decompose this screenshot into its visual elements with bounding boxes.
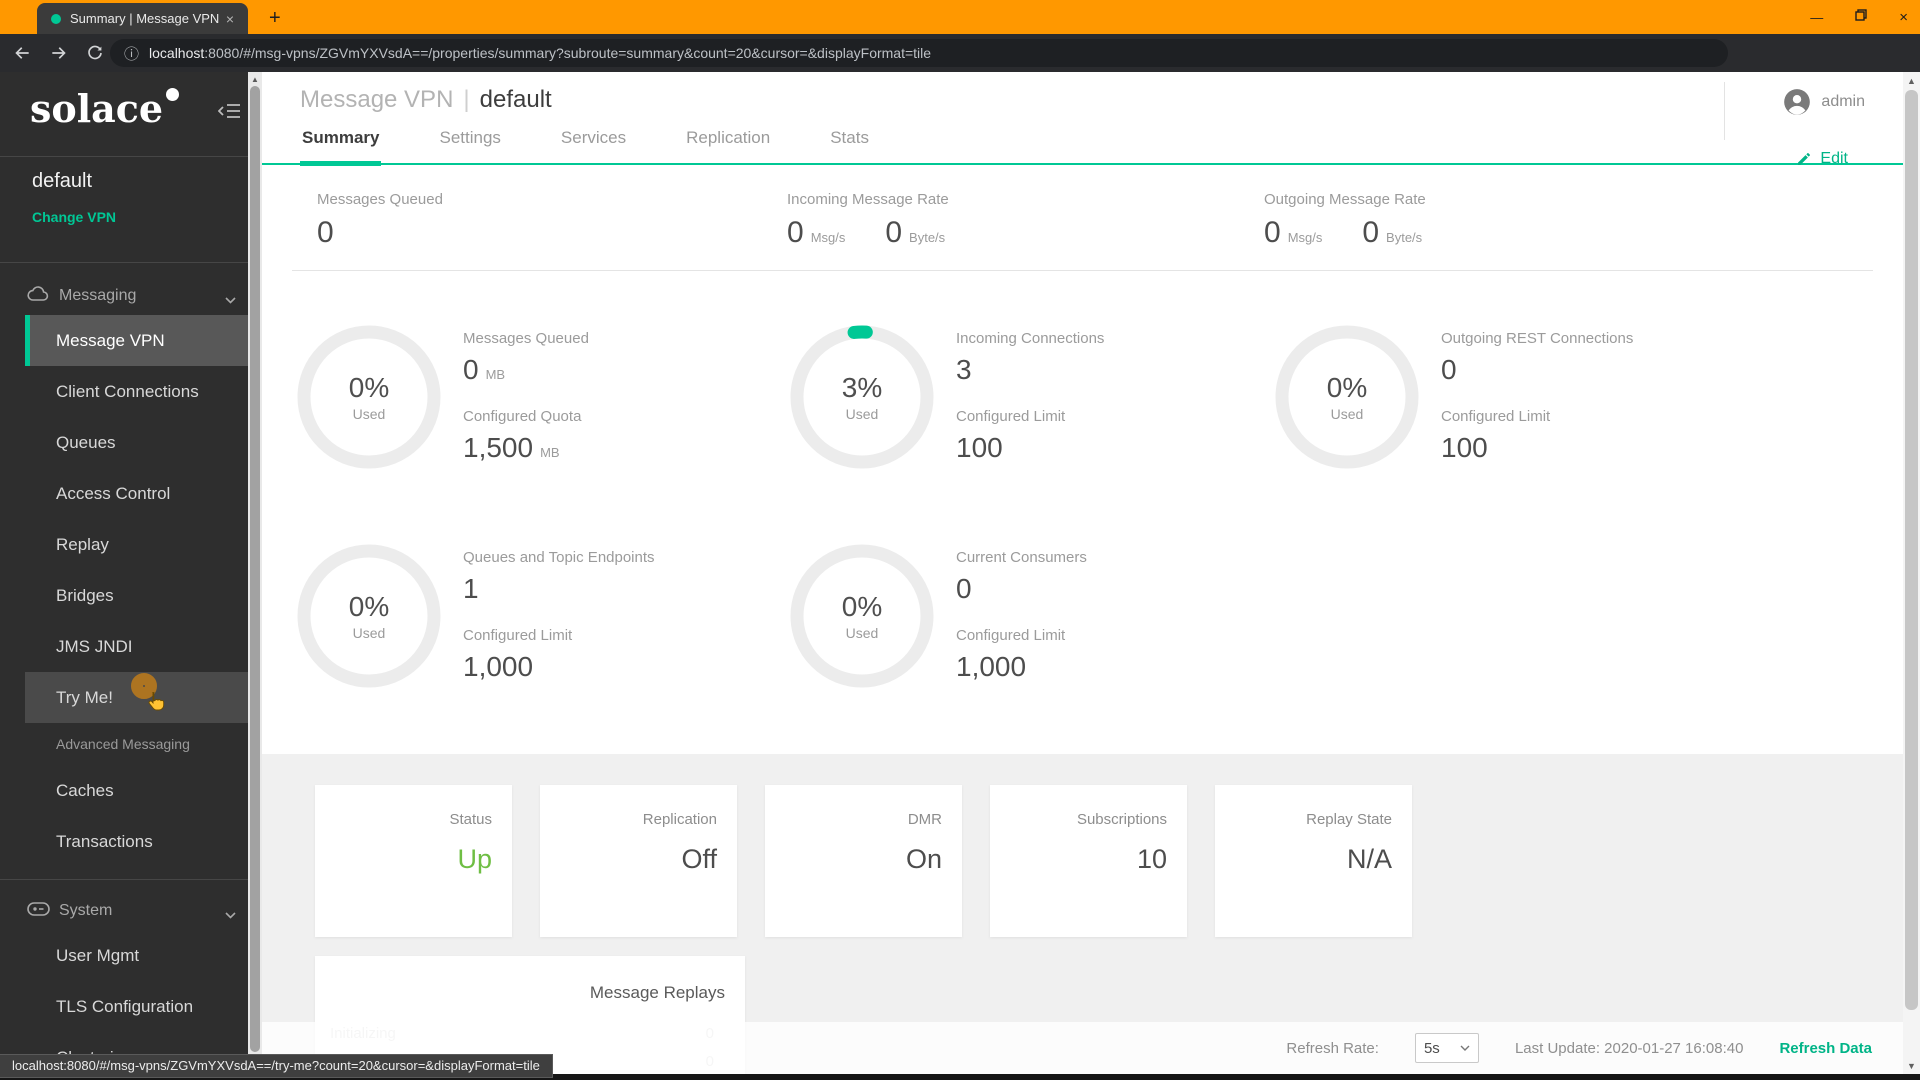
- user-avatar-icon: [1784, 89, 1811, 115]
- hand-cursor-icon: [147, 691, 165, 717]
- scroll-up-icon[interactable]: ▲: [1903, 72, 1920, 89]
- sidebar-item-transactions[interactable]: Transactions: [25, 816, 248, 867]
- usage-gauges: 0% Used Messages Queued 0 MB Configured Qu…: [262, 325, 1903, 688]
- scroll-down-icon[interactable]: ▼: [1903, 1057, 1920, 1074]
- sidebar-item-replay[interactable]: Replay: [25, 519, 248, 570]
- tab-close-icon[interactable]: ×: [222, 10, 238, 28]
- chevron-down-icon: [1460, 1045, 1470, 1051]
- sidebar: solace default Change VPN Messaging Mess…: [0, 72, 248, 1080]
- current-vpn-name: default: [32, 170, 93, 192]
- solace-logo-dot: [166, 88, 180, 101]
- subsection-advanced-messaging: Advanced Messaging: [56, 736, 190, 752]
- url-bar[interactable]: ⓘ localhost:8080/#/msg-vpns/ZGVmYXVsdA==…: [110, 39, 1728, 67]
- sidebar-divider: [0, 879, 248, 880]
- refresh-rate-select[interactable]: 5s: [1414, 1033, 1479, 1063]
- window-close-button[interactable]: ×: [1899, 9, 1908, 26]
- tab-replication[interactable]: Replication: [684, 128, 772, 163]
- browser-titlebar: Summary | Message VPN × + — ×: [0, 0, 1920, 34]
- chevron-down-icon[interactable]: [225, 906, 236, 924]
- tab-settings[interactable]: Settings: [437, 128, 502, 163]
- sidebar-item-try-me[interactable]: Try Me!: [25, 672, 248, 723]
- sidebar-item-access-control[interactable]: Access Control: [25, 468, 248, 519]
- metric-outgoing-rate: Outgoing Message Rate 0 Msg/s 0 Byte/s: [1264, 191, 1426, 249]
- new-tab-button[interactable]: +: [263, 5, 287, 32]
- top-metrics: Messages Queued 0 Incoming Message Rate …: [262, 191, 1903, 250]
- section-messaging[interactable]: Messaging: [0, 277, 248, 315]
- favicon: [51, 13, 61, 24]
- replay-state-card: Replay State N/A: [1215, 785, 1412, 937]
- sidebar-divider: [0, 156, 248, 157]
- section-label: System: [59, 902, 113, 919]
- solace-logo: solace: [30, 86, 164, 131]
- back-icon[interactable]: [12, 43, 32, 63]
- reload-icon[interactable]: [86, 44, 104, 62]
- sidebar-collapse-icon[interactable]: [217, 102, 242, 125]
- gauge-incoming-connections: 3% Used Incoming Connections 3 Configured…: [790, 325, 1275, 469]
- username: admin: [1821, 93, 1865, 110]
- chevron-down-icon[interactable]: [225, 291, 236, 309]
- window-minimize-button[interactable]: —: [1810, 10, 1823, 25]
- sidebar-divider: [0, 262, 248, 263]
- window-restore-button[interactable]: [1855, 8, 1867, 26]
- tab-bar: Summary Settings Services Replication St…: [262, 128, 1903, 166]
- metric-messages-queued: Messages Queued 0: [317, 191, 443, 249]
- sidebar-item-jms-jndi[interactable]: JMS JNDI: [25, 621, 248, 672]
- status-value: Up: [457, 844, 492, 874]
- refresh-rate-label: Refresh Rate:: [1286, 1039, 1379, 1057]
- sidebar-item-user-mgmt[interactable]: User Mgmt: [25, 930, 248, 981]
- page-scrollbar-thumb[interactable]: [1905, 90, 1918, 1010]
- app-window: solace default Change VPN Messaging Mess…: [0, 72, 1920, 1080]
- broker-icon: [27, 901, 50, 921]
- edit-button[interactable]: Edit: [1796, 150, 1848, 168]
- pencil-icon: [1798, 153, 1811, 165]
- forward-icon[interactable]: [49, 43, 69, 63]
- sidebar-item-queues[interactable]: Queues: [25, 417, 248, 468]
- header-divider: [1724, 82, 1725, 140]
- sidebar-item-client-connections[interactable]: Client Connections: [25, 366, 248, 417]
- message-replays-title: Message Replays: [589, 983, 725, 1002]
- sidebar-scrollbar[interactable]: ▲: [248, 72, 262, 1080]
- site-info-icon[interactable]: ⓘ: [124, 43, 139, 64]
- metric-incoming-rate: Incoming Message Rate 0 Msg/s 0 Byte/s: [787, 191, 949, 249]
- sidebar-item-bridges[interactable]: Bridges: [25, 570, 248, 621]
- browser-toolbar: ⓘ localhost:8080/#/msg-vpns/ZGVmYXVsdA==…: [0, 34, 1920, 100]
- breadcrumb: Message VPN | default: [300, 86, 552, 113]
- cloud-icon: [27, 285, 50, 307]
- link-preview-statusbar: localhost:8080/#/msg-vpns/ZGVmYXVsdA==/t…: [0, 1054, 553, 1078]
- scroll-up-icon[interactable]: ▲: [248, 72, 262, 86]
- tab-services[interactable]: Services: [559, 128, 628, 163]
- section-label: Messaging: [59, 287, 137, 304]
- gauge-current-consumers: 0% Used Current Consumers 0 Configured Li…: [790, 544, 1275, 688]
- subscriptions-card: Subscriptions 10: [990, 785, 1187, 937]
- refresh-data-button[interactable]: Refresh Data: [1779, 1040, 1872, 1057]
- replication-card: Replication Off: [540, 785, 737, 937]
- browser-tab[interactable]: Summary | Message VPN ×: [37, 3, 248, 34]
- gauge-messages-queued: 0% Used Messages Queued 0 MB Configured Qu…: [297, 325, 790, 469]
- breadcrumb-context: Message VPN: [300, 86, 454, 113]
- sidebar-item-tls-configuration[interactable]: TLS Configuration: [25, 981, 248, 1032]
- gauge-outgoing-rest-connections: 0% Used Outgoing REST Connections 0 Confi…: [1275, 325, 1633, 469]
- section-system[interactable]: System: [0, 892, 248, 930]
- tab-title: Summary | Message VPN: [70, 11, 220, 26]
- status-card: Status Up: [315, 785, 512, 937]
- change-vpn-link[interactable]: Change VPN: [32, 209, 116, 225]
- tab-summary[interactable]: Summary: [300, 128, 382, 166]
- last-update-text: Last Update: 2020-01-27 16:08:40: [1514, 1039, 1744, 1057]
- user-menu[interactable]: admin: [1783, 88, 1865, 116]
- dmr-card: DMR On: [765, 785, 962, 937]
- sidebar-item-caches[interactable]: Caches: [25, 765, 248, 816]
- url-text: localhost:8080/#/msg-vpns/ZGVmYXVsdA==/p…: [149, 45, 932, 61]
- tab-stats[interactable]: Stats: [828, 128, 871, 163]
- sidebar-scrollbar-thumb[interactable]: [250, 86, 260, 1052]
- main-content: Message VPN | default admin Summary Settin…: [262, 72, 1903, 1080]
- page-scrollbar[interactable]: ▲ ▼: [1903, 72, 1920, 1074]
- section-divider: [292, 270, 1873, 271]
- page-title: default: [479, 86, 552, 113]
- gauge-queues-topic-endpoints: 0% Used Queues and Topic Endpoints 1 Conf…: [297, 544, 790, 688]
- sidebar-nav: Messaging Message VPN Client Connections…: [0, 277, 248, 1080]
- sidebar-item-message-vpn[interactable]: Message VPN: [25, 315, 248, 366]
